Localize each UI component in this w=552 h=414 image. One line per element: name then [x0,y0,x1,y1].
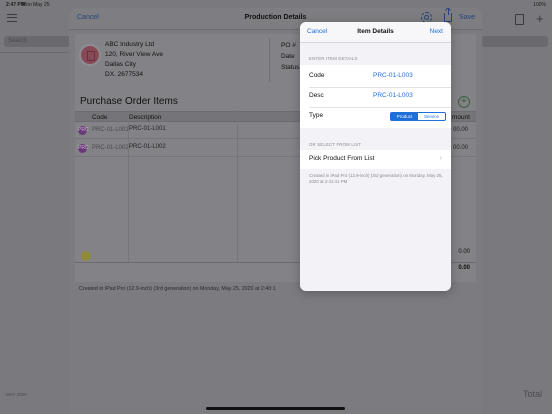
type-segmented-control[interactable]: Product Service [390,112,446,121]
pick-product-row[interactable]: Pick Product From List › [300,150,451,169]
sheet-save-button[interactable]: Save [459,14,475,21]
background-search-field-right[interactable] [482,36,548,47]
column-header-description: Description [129,114,162,121]
section-header-select-list: OR SELECT FROM LIST [309,142,362,147]
item-amount: 00.00 [452,127,468,133]
background-search-field[interactable]: Search [4,36,70,47]
item-badge-icon: PRC [78,144,89,153]
company-address-block: ABC Industry Ltd 120, River View Ave Dal… [105,40,163,80]
column-divider [237,111,238,262]
company-city: Dallas City [105,61,137,68]
background-total-label: Total [522,389,542,399]
add-item-button[interactable]: + [458,96,470,108]
item-description: PRC-01-L001 [129,126,166,132]
item-code: PRC-01-L001 [92,127,129,133]
code-row[interactable]: Code PRC-01-L003 [300,67,451,86]
company-zip: DX. 2677534 [105,71,143,78]
section-header-enter-details: ENTER ITEM DETAILS [309,56,358,61]
share-icon[interactable] [444,8,452,22]
section-title: Purchase Order Items [80,96,178,107]
popover-title: Item Details [357,28,394,35]
item-details-form: Code PRC-01-L003 Desc PRC-01-L003 Type P… [300,65,451,128]
desc-field[interactable]: PRC-01-L003 [373,92,413,99]
column-header-code: Code [92,114,108,121]
subtotal-value: 0.00 [458,249,470,255]
po-status-label: Status [281,64,300,71]
column-header-amount: mount [451,114,470,121]
company-logo [79,44,101,66]
po-meta-block: PO # Date Status [281,40,299,73]
desc-label: Desc [309,92,324,99]
pick-product-cell[interactable]: Pick Product From List › [300,150,451,169]
code-field[interactable]: PRC-01-L003 [373,72,413,79]
item-amount: 00.00 [452,145,468,151]
item-code: PRC-01-L002 [92,145,129,151]
home-indicator[interactable] [206,407,345,410]
type-option-service[interactable]: Service [418,113,445,120]
note-icon[interactable] [81,251,91,261]
pick-product-label: Pick Product From List [309,155,375,162]
divider [269,38,270,82]
total-value: 0.00 [458,265,470,271]
code-label: Code [309,72,325,79]
add-icon[interactable]: + [536,12,544,25]
company-name: ABC Industry Ltd [105,41,155,48]
popover-nav-bar: Cancel Item Details Next [300,22,451,43]
company-address-line: 120, River View Ave [105,51,163,58]
menu-icon[interactable] [7,14,17,22]
type-label: Type [309,112,324,119]
document-icon[interactable] [515,14,524,25]
column-divider [128,111,129,262]
desc-row[interactable]: Desc PRC-01-L003 [300,87,451,106]
type-option-product[interactable]: Product [391,113,418,120]
status-battery: 100% [533,2,546,8]
status-date: Mon May 25 [22,2,50,8]
item-description: PRC-01-L002 [129,144,166,150]
item-details-popover: Cancel Item Details Next ENTER ITEM DETA… [300,22,451,291]
background-footer-label: MAY 2020 [6,392,27,397]
po-number-label: PO # [281,42,296,49]
popover-next-button[interactable]: Next [430,28,443,35]
popover-footer-note: Created in iPad Pro (12.9-inch) (3rd gen… [309,173,443,184]
po-date-label: Date [281,53,295,60]
chevron-right-icon: › [439,155,442,162]
document-footer: Created in iPad Pro (12.9-inch) (3rd gen… [79,286,276,292]
item-badge-icon: PRC [78,126,89,135]
type-row: Type Product Service [300,107,451,126]
divider [0,52,70,53]
